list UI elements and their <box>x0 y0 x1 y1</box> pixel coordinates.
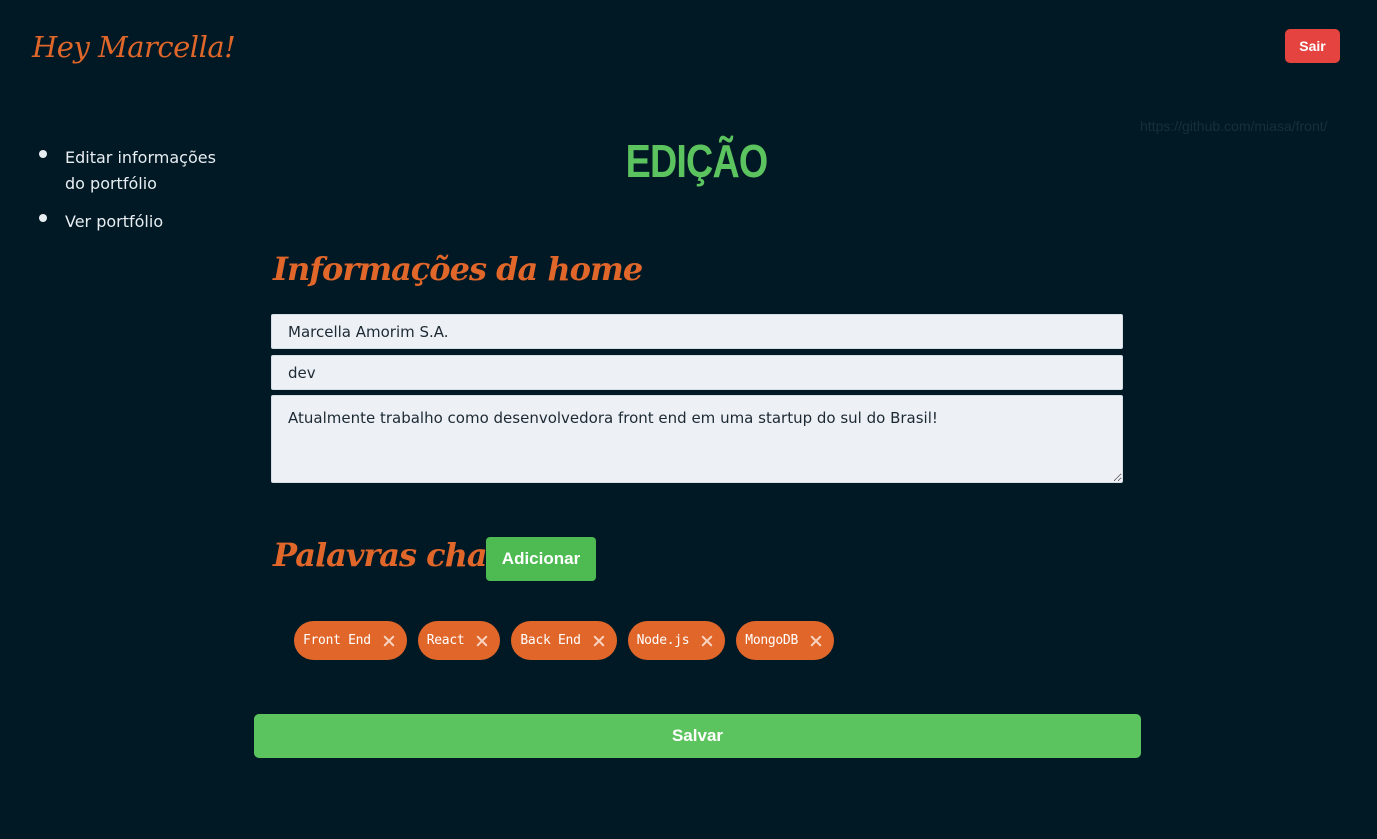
home-info-title: Informações da home <box>273 250 643 288</box>
keyword-tag-label: Back End <box>520 633 581 648</box>
add-keyword-button[interactable]: Adicionar <box>486 537 596 581</box>
keyword-tag: React <box>417 621 501 660</box>
close-icon[interactable] <box>474 633 490 649</box>
keyword-tag: Node.js <box>627 621 726 660</box>
keyword-tag: Front End <box>294 621 407 660</box>
bullet-dot <box>39 150 47 158</box>
keyword-tag-list: Front End React Back End Node.js MongoDB <box>294 621 834 660</box>
page-title: EDIÇÃO <box>625 135 769 187</box>
save-button[interactable]: Salvar <box>254 714 1141 758</box>
role-input[interactable] <box>271 355 1123 390</box>
sidebar-item-label: Ver portfólio <box>65 212 164 231</box>
url-hint: https://github.com/miasa/front/ <box>1140 118 1328 134</box>
keyword-tag-label: Node.js <box>636 633 690 648</box>
close-icon[interactable] <box>591 633 607 649</box>
keyword-tag-label: React <box>426 633 465 648</box>
keyword-tag-label: Front End <box>303 633 371 648</box>
keyword-tag: Back End <box>511 621 617 660</box>
sidebar-item-view-portfolio[interactable]: Ver portfólio <box>38 209 238 235</box>
keyword-tag-label: MongoDB <box>745 633 798 648</box>
logout-button[interactable]: Sair <box>1285 29 1340 63</box>
greeting: Hey Marcella! <box>32 30 236 64</box>
name-input[interactable] <box>271 314 1123 349</box>
close-icon[interactable] <box>808 633 824 649</box>
bio-textarea[interactable]: Atualmente trabalho como desenvolvedora … <box>271 395 1123 483</box>
close-icon[interactable] <box>699 633 715 649</box>
keyword-tag: MongoDB <box>736 621 834 660</box>
close-icon[interactable] <box>381 633 397 649</box>
bullet-dot <box>39 214 47 222</box>
